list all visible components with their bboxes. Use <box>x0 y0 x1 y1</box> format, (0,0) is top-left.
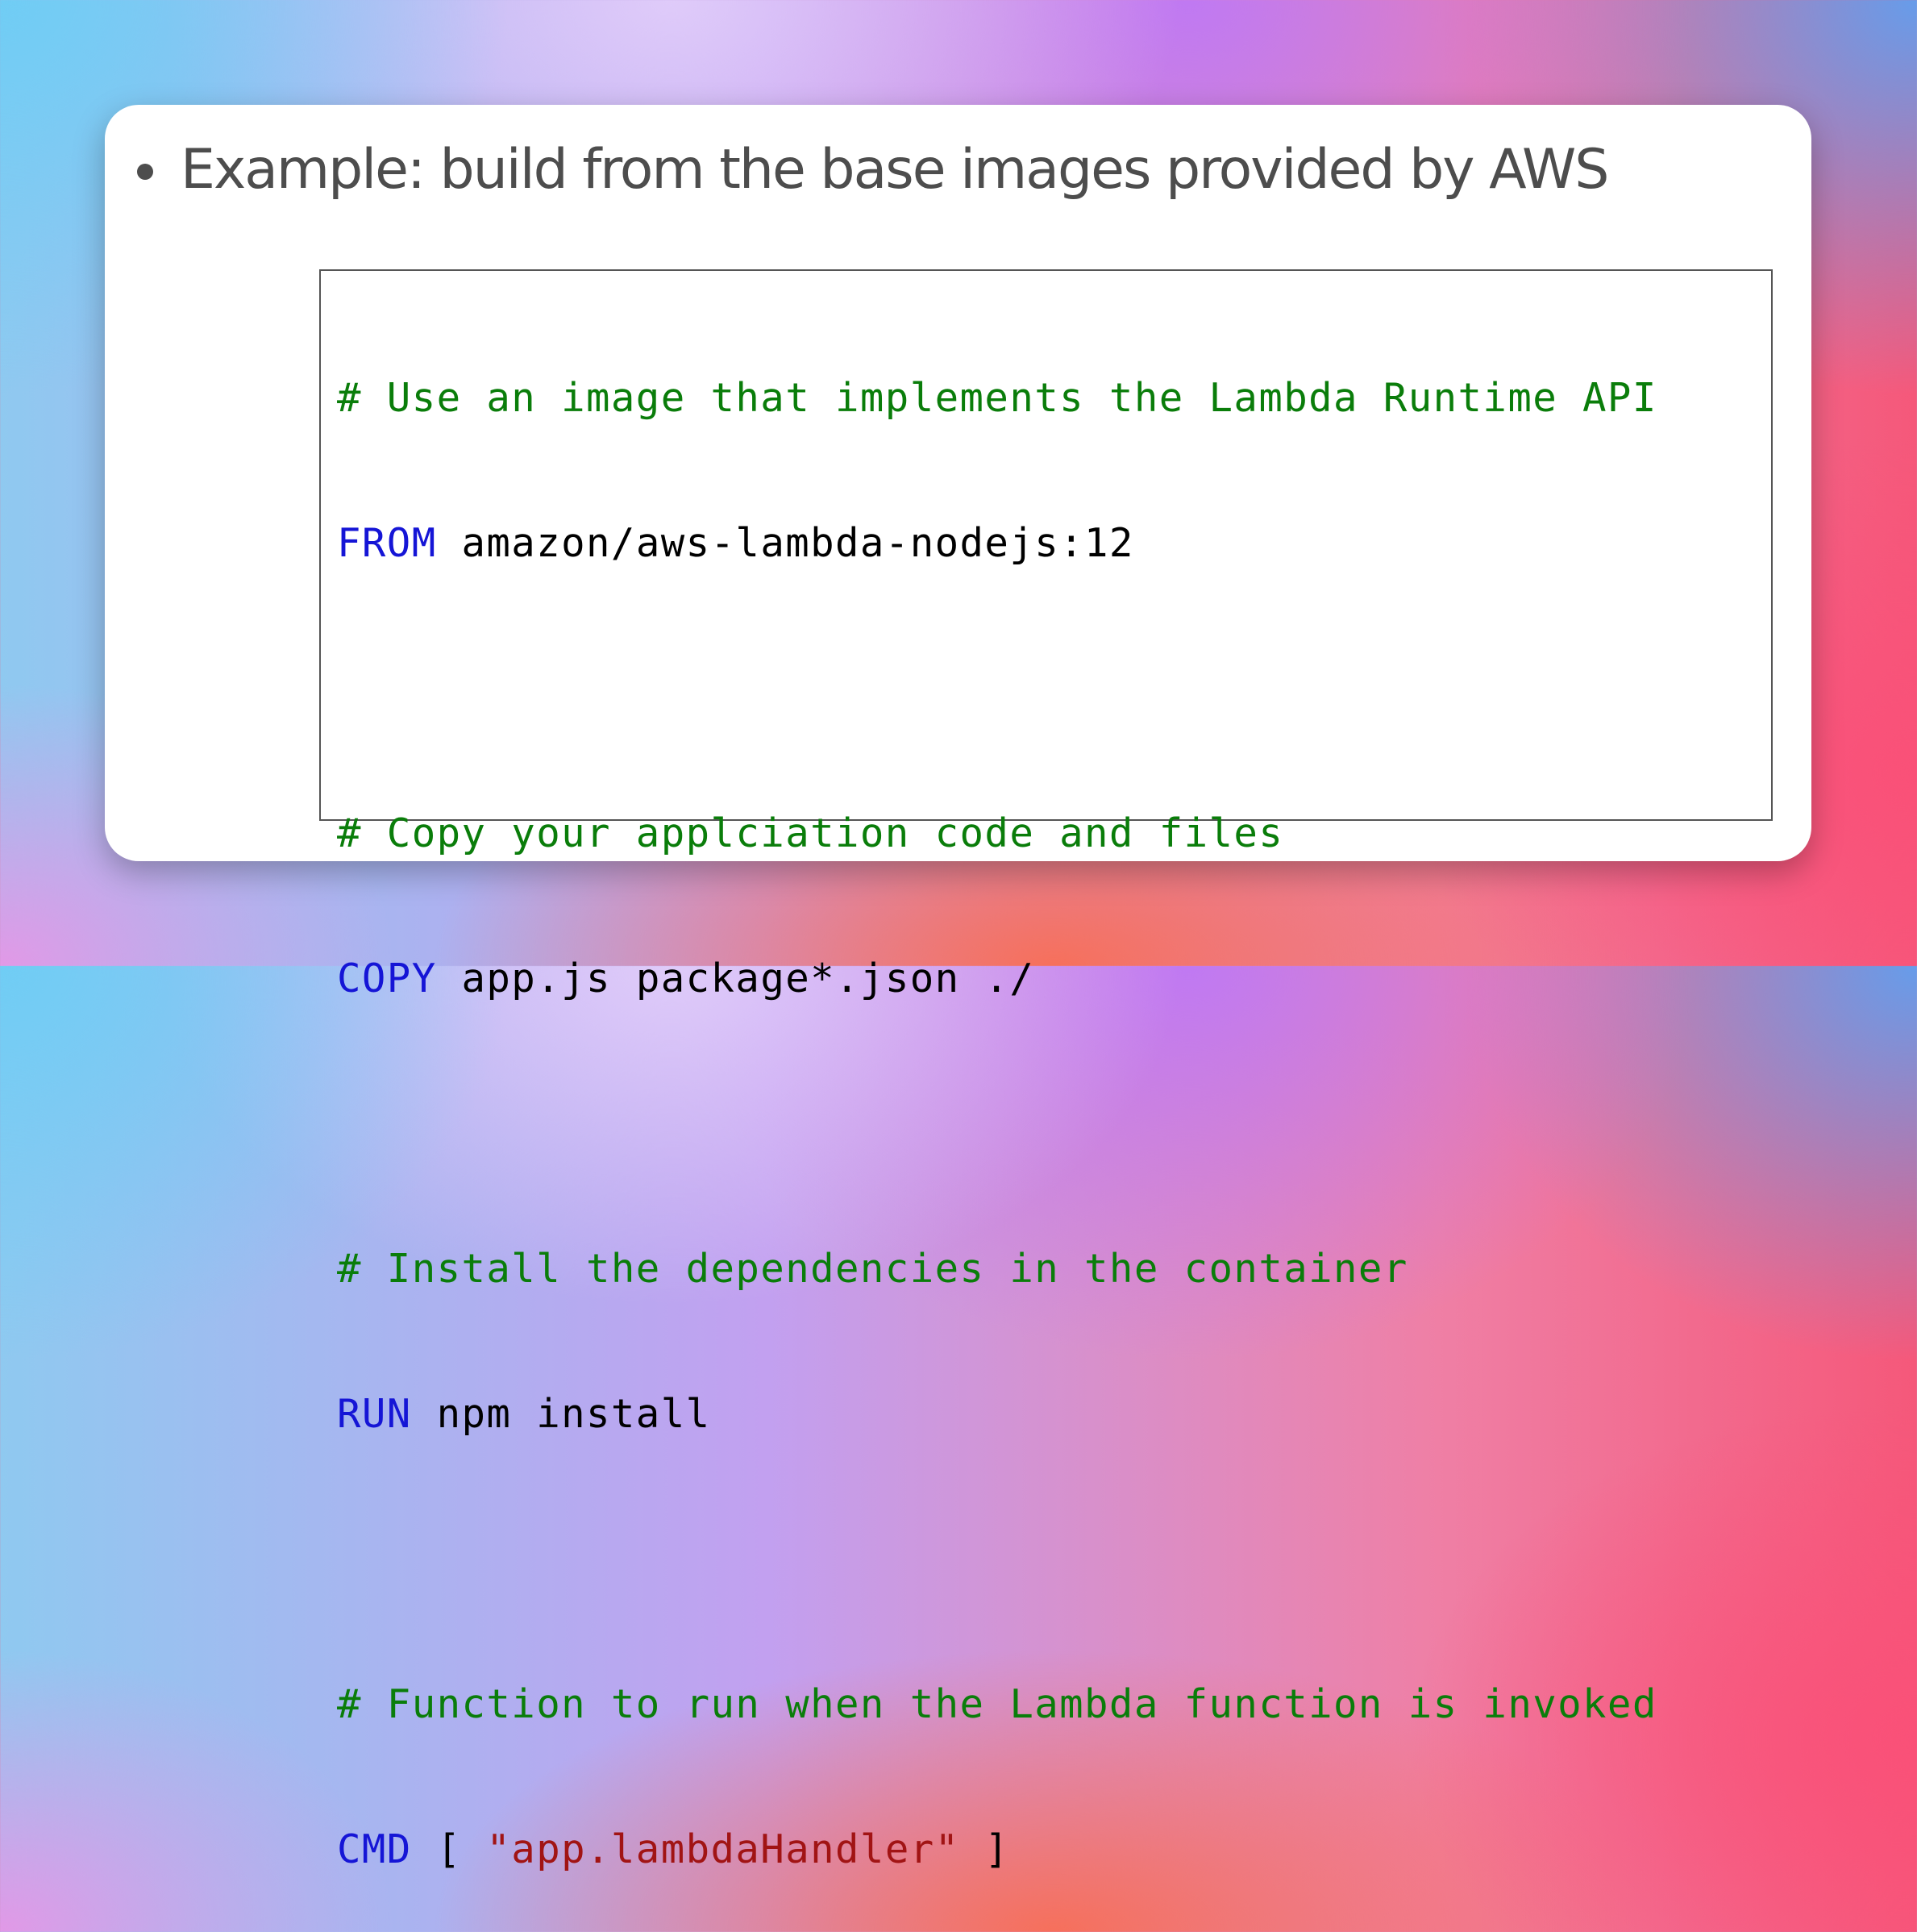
slide-card: Example: build from the base images prov… <box>105 105 1811 1872</box>
bullet-icon <box>137 164 153 180</box>
code-comment: # Function to run when the Lambda functi… <box>337 1681 1657 1727</box>
code-text: amazon/aws-lambda-nodejs:12 <box>436 520 1134 566</box>
code-line: # Copy your applciation code and files <box>337 810 1771 858</box>
code-text: [ <box>411 1826 487 1872</box>
code-line: FROM amazon/aws-lambda-nodejs:12 <box>337 519 1771 568</box>
code-text: app.js package*.json ./ <box>436 956 1035 1001</box>
code-keyword: FROM <box>337 520 437 566</box>
code-line: RUN npm install <box>337 1390 1771 1439</box>
code-text: ] <box>959 1826 1010 1872</box>
code-comment: # Use an image that implements the Lambd… <box>337 375 1657 421</box>
code-line: COPY app.js package*.json ./ <box>337 955 1771 1003</box>
code-keyword: RUN <box>337 1391 412 1437</box>
code-line: # Use an image that implements the Lambd… <box>337 374 1771 423</box>
code-comment: # Copy your applciation code and files <box>337 810 1284 856</box>
code-line: # Install the dependencies in the contai… <box>337 1245 1771 1293</box>
code-block: # Use an image that implements the Lambd… <box>319 269 1773 1872</box>
code-comment: # Install the dependencies in the contai… <box>337 1246 1408 1292</box>
code-text: npm install <box>411 1391 711 1437</box>
code-keyword: COPY <box>337 956 437 1001</box>
bullet-text: Example: build from the base images prov… <box>181 137 1609 202</box>
code-string: "app.lambdaHandler" <box>486 1826 960 1872</box>
code-keyword: CMD <box>337 1826 412 1872</box>
bullet-item: Example: build from the base images prov… <box>137 129 1609 210</box>
code-line: CMD [ "app.lambdaHandler" ] <box>337 1826 1771 1874</box>
code-line: # Function to run when the Lambda functi… <box>337 1680 1771 1729</box>
